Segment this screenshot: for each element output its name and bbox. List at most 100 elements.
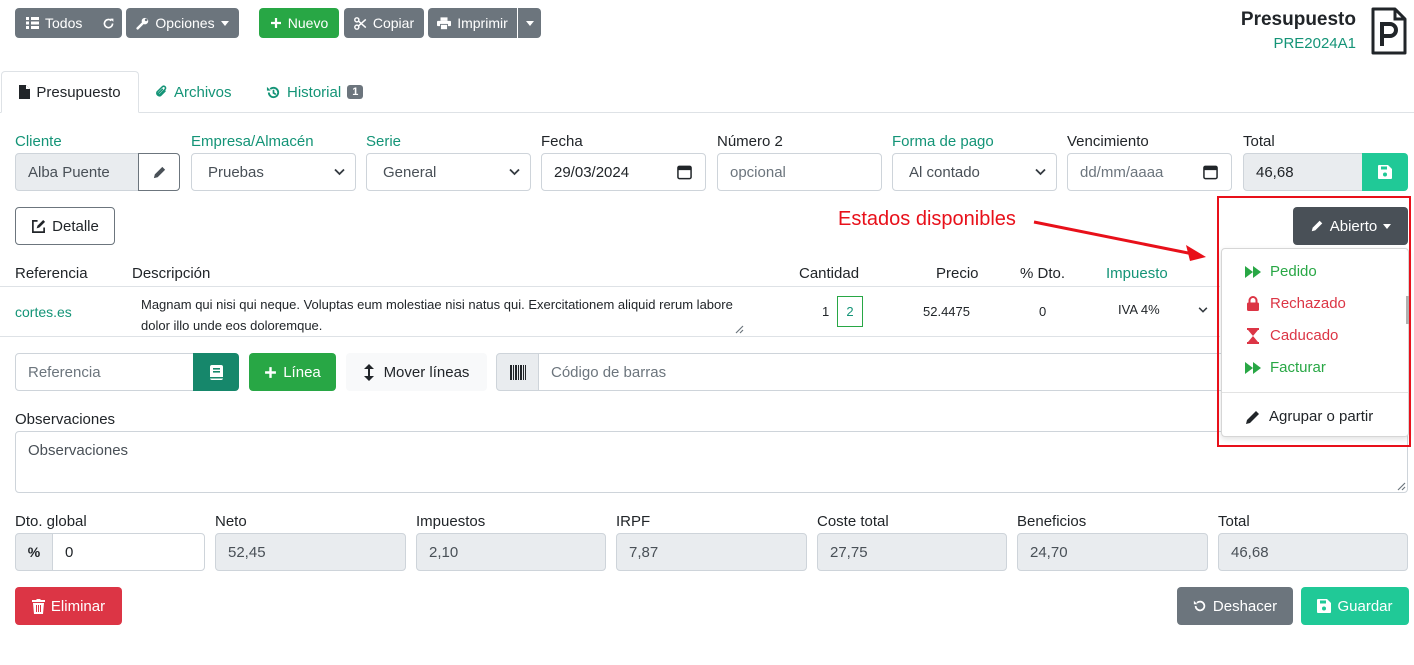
percent-icon: % [27,544,41,560]
nuevo-label: Nuevo [287,15,329,31]
header-total-field: 46,68 [1243,153,1364,191]
resize-handle-icon[interactable] [735,325,744,334]
resize-handle-icon[interactable] [1397,482,1406,491]
tab-archivos-label: Archivos [174,83,232,101]
cliente-value: Alba Puente [28,163,110,181]
catalog-button[interactable] [193,353,239,391]
row-dto[interactable]: 0 [1039,304,1046,319]
guardar-label: Guardar [1337,597,1393,615]
chevron-down-icon [334,168,345,176]
forma-pago-label: Forma de pago [892,133,994,150]
nuevo-button[interactable]: Nuevo [259,8,339,38]
fecha-label: Fecha [541,133,583,150]
tab-presupuesto[interactable]: Presupuesto [1,71,139,113]
numero2-placeholder: opcional [730,163,786,181]
observaciones-textarea[interactable]: Observaciones [15,431,1408,493]
row-impuesto-value: IVA 4% [1118,302,1160,317]
table-row: cortes.es Magnam qui nisi qui neque. Vol… [0,287,1220,337]
impuestos-value: 2,10 [429,543,459,561]
add-linea-button[interactable]: Línea [249,353,336,391]
vencimiento-label: Vencimiento [1067,133,1149,150]
row-descripcion-textarea[interactable]: Magnam qui nisi qui neque. Voluptas eum … [132,290,745,336]
row-cantidad-input[interactable]: 2 [837,296,863,327]
vencimiento-input[interactable]: dd/mm/aaaa [1067,153,1232,191]
list-icon [26,17,39,29]
document-icon [1370,6,1408,56]
coste-total-label: Coste total [817,513,889,530]
eliminar-button[interactable]: Eliminar [15,587,122,625]
numero2-input[interactable]: opcional [717,153,882,191]
row-precio[interactable]: 52.4475 [923,304,970,319]
copiar-label: Copiar [372,15,415,31]
empresa-value: Pruebas [208,163,264,181]
imprimir-dropdown-toggle[interactable] [518,8,541,38]
chevron-down-icon [1198,307,1208,313]
chevron-down-icon [1035,168,1046,176]
cliente-edit-button[interactable] [138,153,180,191]
todos-button[interactable]: Todos [15,8,122,38]
empresa-label: Empresa/Almacén [191,133,314,150]
beneficios-label: Beneficios [1017,513,1087,530]
coste-total-field: 27,75 [817,533,1007,571]
add-linea-label: Línea [283,363,321,381]
impuestos-label: Impuestos [416,513,486,530]
forma-pago-value: Al contado [909,163,980,181]
dto-global-addon: % [15,533,53,571]
annotation-arrow [1033,220,1206,261]
tab-archivos[interactable]: Archivos [155,71,232,113]
tab-historial-label: Historial [287,83,342,101]
save-icon [1378,165,1392,179]
wrench-icon [136,17,149,30]
guardar-button[interactable]: Guardar [1301,587,1409,625]
totals-total-label: Total [1218,513,1250,530]
calendar-icon[interactable] [1203,165,1218,180]
fecha-input[interactable]: 29/03/2024 [541,153,706,191]
dto-global-input[interactable]: 0 [52,533,205,571]
dto-global-label: Dto. global [15,513,87,530]
neto-label: Neto [215,513,247,530]
impuestos-field: 2,10 [416,533,606,571]
row-cantidad-left: 1 [822,304,830,319]
caret-down-icon [525,20,534,26]
opciones-button[interactable]: Opciones [126,8,239,38]
barcode-input[interactable]: Código de barras [538,353,1228,391]
row-referencia-link[interactable]: cortes.es [15,304,72,320]
totals-total-value: 46,68 [1231,543,1269,561]
deshacer-button[interactable]: Deshacer [1177,587,1293,625]
plus-icon [264,366,277,379]
chevron-down-icon [509,168,520,176]
imprimir-button[interactable]: Imprimir [428,8,517,38]
serie-value: General [383,163,437,181]
col-impuesto: Impuesto [1106,265,1168,282]
irpf-value: 7,87 [629,543,659,561]
add-referencia-input[interactable]: Referencia [15,353,195,391]
detalle-button[interactable]: Detalle [15,207,115,245]
barcode-placeholder: Código de barras [551,363,667,381]
mover-lineas-label: Mover líneas [383,363,470,381]
cliente-field: Alba Puente [15,153,139,191]
document-title: Presupuesto [1240,9,1356,30]
history-icon [266,85,281,100]
beneficios-value: 24,70 [1030,543,1068,561]
mover-lineas-button[interactable]: Mover líneas [346,353,487,391]
row-impuesto-select[interactable]: IVA 4% [1118,302,1210,322]
tab-historial[interactable]: Historial 1 [266,71,364,113]
forma-pago-select[interactable]: Al contado [892,153,1057,191]
serie-select[interactable]: General [366,153,531,191]
calendar-icon[interactable] [677,165,692,180]
empresa-select[interactable]: Pruebas [191,153,356,191]
imprimir-label: Imprimir [457,15,508,31]
trash-icon [31,598,45,614]
header-save-button[interactable] [1362,153,1408,191]
save-icon [1317,599,1332,613]
dto-global-value: 0 [65,543,74,561]
copiar-button[interactable]: Copiar [344,8,424,38]
irpf-field: 7,87 [616,533,807,571]
col-cantidad: Cantidad [799,265,860,282]
irpf-label: IRPF [616,513,651,530]
col-referencia: Referencia [15,265,88,282]
header-total-value: 46,68 [1256,163,1294,181]
col-precio: Precio [936,265,979,282]
add-referencia-placeholder: Referencia [28,363,101,381]
barcode-icon [509,364,526,380]
